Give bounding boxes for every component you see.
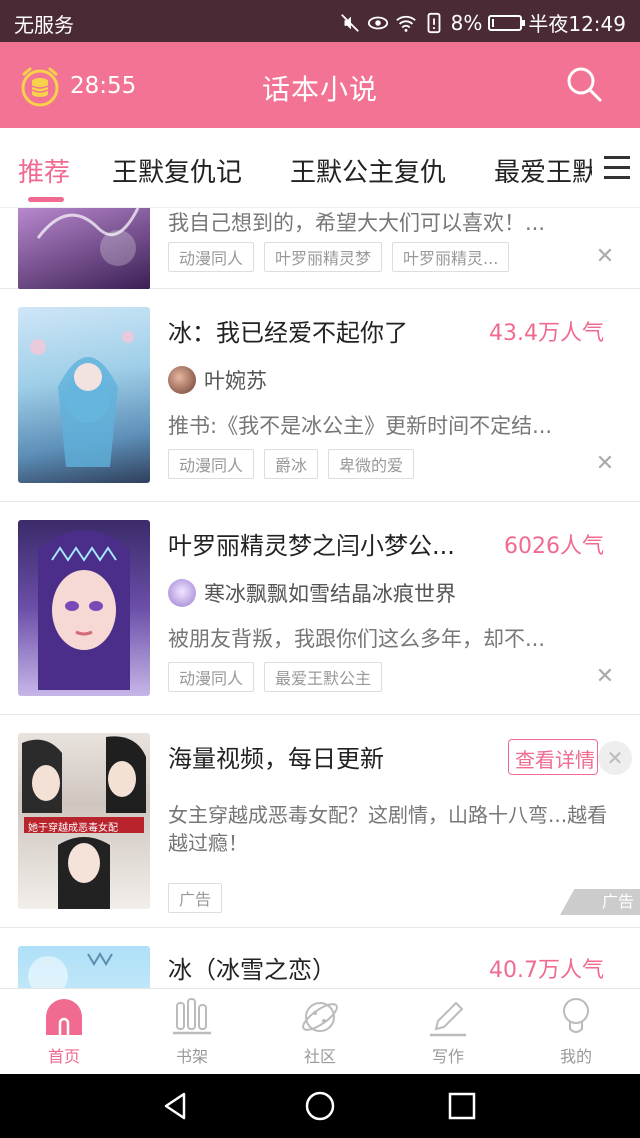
- popularity: 6026人气: [504, 534, 604, 559]
- popularity: 43.4万人气: [489, 321, 604, 346]
- bottom-navigation: 首页 书架 社区 写作 我的: [0, 988, 640, 1074]
- list-item[interactable]: 叶罗丽精灵梦之闫小梦公... 6026人气 寒冰飘飘如雪结晶冰痕世界 被朋友背叛…: [0, 502, 640, 715]
- nav-bookshelf[interactable]: 书架: [142, 995, 242, 1067]
- tag[interactable]: 动漫同人: [168, 662, 255, 692]
- author-row[interactable]: 寒冰飘飘如雪结晶冰痕世界: [168, 578, 456, 608]
- ad-close-icon[interactable]: ✕: [598, 741, 632, 775]
- battery-percent: 8%: [450, 10, 483, 35]
- nav-label: 我的: [559, 1047, 592, 1066]
- system-navigation-bar: [0, 1074, 640, 1138]
- view-details-button[interactable]: 查看详情: [508, 739, 598, 775]
- home-circle-icon[interactable]: [304, 1090, 336, 1122]
- status-bar: 无服务 8% 半夜12:49: [0, 0, 640, 42]
- avatar: [168, 579, 196, 607]
- clock: 半夜12:49: [528, 12, 626, 36]
- status-icons: 8% 半夜12:49: [339, 8, 626, 37]
- ad-cover: 她于穿越成恶毒女配: [18, 733, 150, 909]
- tab-wangmo-princess-revenge[interactable]: 王默公主复仇: [290, 152, 446, 189]
- nav-label: 首页: [47, 1047, 80, 1066]
- avatar: [168, 366, 196, 394]
- item-description: 推书:《我不是冰公主》更新时间不定结...: [168, 414, 553, 438]
- pen-icon: [430, 1001, 466, 1037]
- ad-tag: 广告: [168, 883, 223, 913]
- book-cover: [18, 307, 150, 483]
- tag-list: 动漫同人 叶罗丽精灵梦 叶罗丽精灵...: [168, 242, 510, 272]
- battery-icon: [488, 14, 526, 31]
- nav-label: 写作: [431, 1047, 464, 1066]
- category-tabs: 推荐 王默复仇记 王默公主复仇 最爱王默公主: [0, 128, 640, 208]
- book-title[interactable]: 冰：我已经爱不起你了: [168, 313, 468, 348]
- back-icon[interactable]: [160, 1090, 192, 1122]
- tag[interactable]: 叶罗丽精灵梦: [264, 242, 383, 272]
- carrier-label: 无服务: [14, 13, 74, 37]
- book-cover: [18, 208, 150, 290]
- search-icon[interactable]: [564, 64, 604, 104]
- tag[interactable]: 动漫同人: [168, 449, 255, 479]
- alert-icon: [427, 12, 441, 33]
- profile-icon: [563, 998, 589, 1033]
- tab-recommend[interactable]: 推荐: [18, 152, 70, 189]
- item-description: 被朋友背叛，我跟你们这么多年，却不...: [168, 627, 546, 651]
- close-icon[interactable]: ✕: [594, 664, 616, 689]
- tab-wangmo-revenge[interactable]: 王默复仇记: [112, 152, 242, 189]
- nav-label: 社区: [303, 1047, 336, 1066]
- nav-profile[interactable]: 我的: [526, 995, 626, 1067]
- close-icon[interactable]: ✕: [594, 451, 616, 476]
- battery-fill: [492, 18, 495, 27]
- alarm-timer-icon[interactable]: [18, 64, 62, 108]
- tabs-menu-icon[interactable]: [592, 128, 640, 207]
- list-item[interactable]: 我自己想到的，希望大大们可以喜欢！... 动漫同人 叶罗丽精灵梦 叶罗丽精灵..…: [0, 208, 640, 290]
- author-name: 寒冰飘飘如雪结晶冰痕世界: [204, 582, 456, 606]
- close-icon[interactable]: ✕: [594, 244, 616, 269]
- book-title[interactable]: 冰（冰雪之恋）: [168, 950, 468, 985]
- book-cover: [18, 520, 150, 696]
- ad-item[interactable]: 她于穿越成恶毒女配 海量视频，每日更新 查看详情 ✕ 女主穿越成恶毒女配？这剧情…: [0, 715, 640, 928]
- recents-icon[interactable]: [446, 1090, 478, 1122]
- author-name: 叶婉苏: [204, 369, 267, 393]
- tag-list: 动漫同人 爵冰 卑微的爱: [168, 449, 415, 479]
- nav-write[interactable]: 写作: [398, 995, 498, 1067]
- timer-value: 28:55: [70, 73, 137, 99]
- ad-title[interactable]: 海量视频，每日更新: [168, 739, 488, 774]
- nav-label: 书架: [175, 1047, 208, 1066]
- author-row[interactable]: 叶婉苏: [168, 365, 267, 395]
- tag[interactable]: 叶罗丽精灵...: [392, 242, 510, 272]
- ad-cover-caption: 她于穿越成恶毒女配: [28, 823, 118, 834]
- nav-home[interactable]: 首页: [14, 995, 114, 1067]
- tag-list: 广告: [168, 883, 223, 913]
- ad-badge: 广告: [560, 889, 640, 915]
- bookshelf-icon: [173, 998, 211, 1035]
- ad-description: 女主穿越成恶毒女配？这剧情，山路十八弯...越看越过瘾！: [168, 803, 608, 855]
- app-header: 28:55 话本小说: [0, 42, 640, 128]
- popularity: 40.7万人气: [489, 958, 604, 983]
- list-item[interactable]: 冰：我已经爱不起你了 43.4万人气 叶婉苏 推书:《我不是冰公主》更新时间不定…: [0, 289, 640, 502]
- book-cover: [18, 946, 150, 988]
- book-title[interactable]: 叶罗丽精灵梦之闫小梦公...: [168, 526, 483, 561]
- tag[interactable]: 爵冰: [264, 449, 319, 479]
- tag[interactable]: 卑微的爱: [328, 449, 415, 479]
- list-item[interactable]: 冰（冰雪之恋） 40.7万人气: [0, 928, 640, 988]
- eye-icon: [367, 16, 388, 29]
- nav-community[interactable]: 社区: [270, 995, 370, 1067]
- wifi-icon: [395, 15, 416, 32]
- mute-icon: [340, 13, 359, 32]
- item-description: 我自己想到的，希望大大们可以喜欢！...: [168, 211, 546, 235]
- tag[interactable]: 最爱王默公主: [264, 662, 383, 692]
- planet-icon: [302, 1002, 338, 1032]
- home-icon: [46, 999, 82, 1035]
- tag-list: 动漫同人 最爱王默公主: [168, 662, 383, 692]
- active-tab-indicator: [28, 197, 64, 202]
- tag[interactable]: 动漫同人: [168, 242, 255, 272]
- story-list: 我自己想到的，希望大大们可以喜欢！... 动漫同人 叶罗丽精灵梦 叶罗丽精灵..…: [0, 208, 640, 988]
